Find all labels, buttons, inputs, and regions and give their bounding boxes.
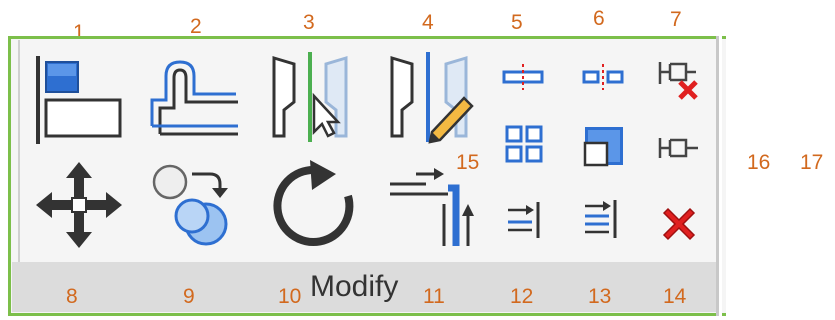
- scale-button[interactable]: [583, 125, 625, 167]
- trim-extend-multiple-icon: [585, 200, 617, 238]
- move-icon: [36, 162, 122, 248]
- align-icon: [36, 56, 122, 144]
- rotate-button[interactable]: [270, 160, 358, 250]
- marker-10: 10: [278, 285, 302, 308]
- marker-4: 4: [422, 11, 434, 34]
- mirror-draw-axis-button[interactable]: [388, 50, 474, 146]
- panel-left-border: [8, 36, 11, 316]
- offset-icon: [150, 60, 238, 136]
- panel-top-border: [8, 36, 726, 39]
- rotate-icon: [273, 160, 354, 246]
- marker-8: 8: [66, 285, 78, 308]
- marker-2: 2: [190, 15, 202, 38]
- split-element-button[interactable]: [500, 62, 546, 92]
- marker-3: 3: [303, 11, 315, 34]
- trim-extend-single-icon: [508, 202, 540, 238]
- split-element-icon: [502, 64, 544, 90]
- offset-button[interactable]: [146, 56, 242, 140]
- mirror-pick-axis-button[interactable]: [270, 50, 350, 146]
- trim-extend-single-button[interactable]: [506, 200, 546, 240]
- panel-title: Modify: [310, 270, 399, 303]
- split-with-gap-icon: [582, 64, 624, 90]
- scale-icon: [583, 127, 623, 167]
- marker-13: 13: [588, 285, 612, 308]
- marker-16: 16: [747, 151, 771, 174]
- move-button[interactable]: [34, 160, 124, 250]
- trim-extend-multiple-button[interactable]: [583, 198, 623, 240]
- align-button[interactable]: [34, 52, 126, 146]
- mirror-draw-axis-icon: [390, 52, 474, 144]
- pin-icon: [658, 138, 698, 158]
- copy-button[interactable]: [150, 162, 242, 248]
- copy-icon: [152, 164, 228, 246]
- delete-button[interactable]: [660, 205, 698, 243]
- mirror-pick-axis-icon: [272, 52, 348, 142]
- split-with-gap-button[interactable]: [580, 62, 626, 92]
- unpin-button[interactable]: [656, 56, 702, 102]
- marker-6: 6: [593, 7, 605, 30]
- marker-7: 7: [670, 8, 682, 31]
- panel-right-divider-highlight: [719, 36, 722, 316]
- marker-11: 11: [423, 285, 445, 308]
- marker-17: 17: [800, 151, 824, 174]
- trim-extend-corner-button[interactable]: [386, 160, 482, 250]
- array-button[interactable]: [505, 125, 543, 163]
- trim-extend-corner-icon: [390, 168, 474, 246]
- marker-5: 5: [511, 11, 523, 34]
- marker-14: 14: [663, 285, 687, 308]
- marker-9: 9: [183, 285, 195, 308]
- pin-button[interactable]: [658, 134, 700, 162]
- delete-icon: [662, 207, 696, 241]
- panel-bottom-border: [8, 313, 726, 316]
- marker-12: 12: [510, 285, 534, 308]
- array-icon: [505, 125, 543, 163]
- unpin-icon: [658, 62, 698, 100]
